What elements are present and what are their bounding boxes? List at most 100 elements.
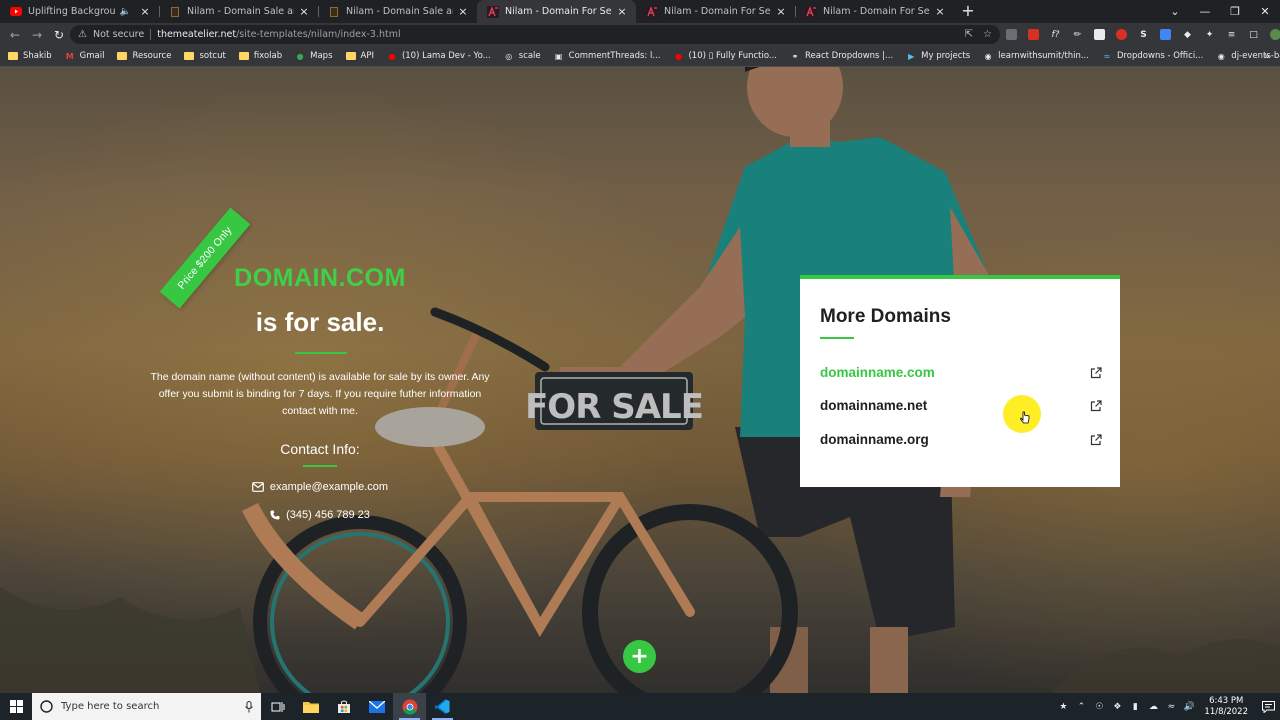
domain-name[interactable]: domainname.org (820, 432, 929, 447)
external-link-icon[interactable] (1090, 399, 1102, 412)
taskbar-search-input[interactable]: Type here to search (32, 693, 261, 720)
divider (303, 465, 337, 467)
fx-icon[interactable]: f? (1047, 26, 1064, 43)
email-text[interactable]: example@example.com (270, 481, 388, 493)
domain-title: DOMAIN.COM (234, 264, 406, 292)
bookmark-item[interactable]: ▶ My projects (906, 51, 970, 61)
extension-gray-icon[interactable] (1003, 26, 1020, 43)
close-icon[interactable]: × (934, 5, 946, 18)
youtube-icon: ● (388, 51, 396, 61)
card-title: More Domains (820, 306, 951, 327)
extension-s-icon[interactable]: S (1135, 26, 1152, 43)
tab-3[interactable]: Nilam - Domain For Sell and Auc × (477, 0, 636, 23)
file-explorer-icon[interactable] (294, 693, 327, 720)
close-icon[interactable]: × (616, 5, 628, 18)
external-link-icon[interactable] (1090, 366, 1102, 379)
system-clock[interactable]: 6:43 PM 11/8/2022 (1204, 696, 1248, 718)
star-icon[interactable]: ☆ (983, 29, 992, 40)
extension-tag-icon[interactable]: ◆ (1179, 26, 1196, 43)
nilam-icon (328, 6, 340, 18)
phone-text[interactable]: (345) 456 789 23 (286, 509, 370, 521)
wifi-icon[interactable]: ≈ (1163, 702, 1179, 712)
adblock-icon[interactable] (1113, 26, 1130, 43)
reload-icon[interactable]: ↻ (48, 23, 70, 46)
envelope-icon (252, 482, 264, 492)
bookmark-item[interactable]: ◎ scale (504, 51, 540, 61)
extension-card-icon[interactable] (1091, 26, 1108, 43)
speaker-icon[interactable]: 🔈 (120, 7, 131, 17)
domain-link[interactable]: domainname.org (820, 432, 1102, 447)
volume-icon[interactable]: 🔊 (1181, 702, 1197, 712)
warning-icon[interactable]: ⚠ (78, 29, 87, 40)
bookmark-item[interactable]: ● (10) Lama Dev - Yo... (387, 51, 490, 61)
bookmark-item[interactable]: fixolab (238, 51, 282, 61)
extension-red-icon[interactable] (1025, 26, 1042, 43)
extension-pen-icon[interactable]: ✏ (1069, 26, 1086, 43)
close-icon[interactable]: × (298, 5, 310, 18)
forward-icon[interactable]: → (26, 23, 48, 46)
folder-icon (8, 51, 18, 61)
person-icon[interactable]: ★ (1055, 702, 1071, 712)
tab-title: Nilam - Domain For Sell and Auc (664, 6, 771, 17)
address-bar[interactable]: ⚠ Not secure themeatelier.net/site-templ… (70, 25, 1000, 44)
notifications-icon[interactable] (1256, 700, 1280, 713)
scale-icon: ◎ (505, 51, 513, 61)
chrome-icon[interactable] (393, 693, 426, 720)
domain-link[interactable]: domainname.com (820, 365, 1102, 380)
close-icon[interactable]: × (457, 5, 469, 18)
bookmark-item[interactable]: ≈ Dropdowns - Offici... (1102, 51, 1204, 61)
bookmark-item[interactable]: Resource (117, 51, 171, 61)
dropbox-icon[interactable]: ❖ (1109, 702, 1125, 712)
tab-5[interactable]: Nilam - Domain For Sell and Auc × (795, 0, 954, 23)
windows-start-icon[interactable] (0, 693, 32, 720)
tab-4[interactable]: Nilam - Domain For Sell and Auc × (636, 0, 795, 23)
network-sharing-icon[interactable]: ☉ (1091, 702, 1107, 712)
bookmark-item[interactable]: ◉ learnwithsumit/thin... (983, 51, 1089, 61)
bookmark-item[interactable]: ▣ CommentThreads: l... (554, 51, 661, 61)
windows-taskbar: Type here to search ★ ⌃ ☉ ❖ ▮ ☁ ≈ 🔊 6:43… (0, 693, 1280, 720)
contact-email[interactable]: example@example.com (170, 481, 470, 493)
domain-link[interactable]: domainname.net (820, 398, 1102, 413)
tab-2[interactable]: Nilam - Domain Sale and Auction × (318, 0, 477, 23)
tab-search-icon[interactable]: ⌄ (1160, 0, 1190, 23)
mail-icon[interactable] (360, 693, 393, 720)
task-view-icon[interactable] (261, 693, 294, 720)
add-button[interactable]: + (623, 640, 656, 673)
contact-phone[interactable]: (345) 456 789 23 (170, 509, 470, 521)
chevron-up-icon[interactable]: ⌃ (1073, 702, 1089, 712)
cloud-icon[interactable]: ☁ (1145, 702, 1161, 712)
close-icon[interactable]: × (775, 5, 787, 18)
close-window-icon[interactable]: ✕ (1250, 0, 1280, 23)
restore-icon[interactable]: ❐ (1220, 0, 1250, 23)
vscode-icon[interactable] (426, 693, 459, 720)
bookmark-item[interactable]: Shakib (8, 51, 52, 61)
bookmark-item[interactable]: ● Maps (295, 51, 333, 61)
puzzle-icon[interactable]: ✦ (1201, 26, 1218, 43)
tab-1[interactable]: Nilam - Domain Sale and Auction × (159, 0, 318, 23)
bookmark-item[interactable]: ● (10) ▯ Fully Functio... (673, 51, 777, 61)
close-icon[interactable]: × (139, 5, 151, 18)
side-panel-icon[interactable]: □ (1245, 26, 1262, 43)
bookmark-item[interactable]: ◉dj-events-backend/... (1216, 51, 1280, 61)
extension-blue-icon[interactable] (1157, 26, 1174, 43)
reading-list-icon[interactable]: ≡ (1223, 26, 1240, 43)
external-link-icon[interactable] (1090, 433, 1102, 446)
tab-0[interactable]: Uplifting Background Music 🔈 × (0, 0, 159, 23)
battery-icon[interactable]: ▮ (1127, 702, 1143, 712)
microphone-icon[interactable] (245, 700, 253, 713)
share-icon[interactable]: ⇱ (965, 29, 973, 40)
domain-name[interactable]: domainname.com (820, 365, 935, 380)
bookmark-item[interactable]: ⚭ React Dropdowns |... (790, 51, 894, 61)
bookmark-item[interactable]: M Gmail (65, 51, 105, 61)
security-label[interactable]: Not secure (93, 29, 144, 40)
microsoft-store-icon[interactable] (327, 693, 360, 720)
more-bookmarks-icon[interactable]: » (1264, 51, 1270, 62)
back-icon[interactable]: ← (4, 23, 26, 46)
new-tab-button[interactable]: + (954, 0, 982, 23)
bookmark-item[interactable]: API (345, 51, 374, 61)
contact-title: Contact Info: (280, 441, 360, 457)
avatar[interactable] (1267, 26, 1280, 43)
bookmark-item[interactable]: sotcut (184, 51, 226, 61)
minimize-icon[interactable]: — (1190, 0, 1220, 23)
domain-name[interactable]: domainname.net (820, 398, 927, 413)
